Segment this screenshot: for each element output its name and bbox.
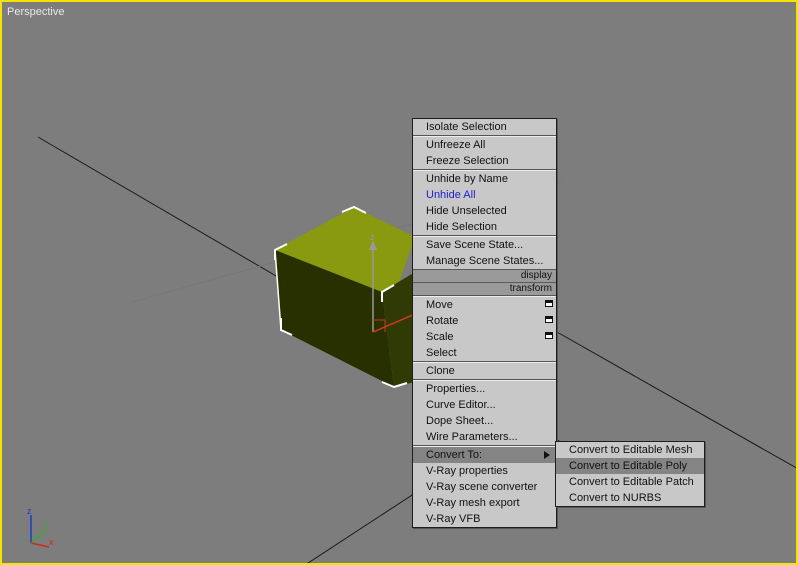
menu-item-dope-sheet[interactable]: Dope Sheet... [413, 413, 556, 429]
menu-item-wire-parameters[interactable]: Wire Parameters... [413, 429, 556, 445]
quad-header-transform: transform [413, 282, 556, 295]
menu-item-unfreeze-all[interactable]: Unfreeze All [413, 137, 556, 153]
axis-tripod-icon: z y x [27, 506, 54, 548]
menu-item-hide-selection[interactable]: Hide Selection [413, 219, 556, 235]
submenu-arrow-icon [544, 451, 550, 459]
move-options-icon[interactable] [545, 300, 553, 307]
selected-box[interactable] [274, 205, 415, 389]
menu-item-clone[interactable]: Clone [413, 363, 556, 379]
menu-item-select[interactable]: Select [413, 345, 556, 361]
menu-item-convert-to-label: Convert To: [426, 449, 483, 461]
menu-item-curve-editor[interactable]: Curve Editor... [413, 397, 556, 413]
menu-item-rotate-label: Rotate [426, 315, 459, 327]
menu-item-save-scene-state[interactable]: Save Scene State... [413, 237, 556, 253]
menu-item-hide-unselected[interactable]: Hide Unselected [413, 203, 556, 219]
submenu-item-editable-poly[interactable]: Convert to Editable Poly [556, 458, 704, 474]
axis-x-label: x [49, 537, 54, 547]
submenu-item-editable-mesh[interactable]: Convert to Editable Mesh [556, 442, 704, 458]
gizmo-z-label: z [370, 232, 375, 242]
submenu-item-editable-patch[interactable]: Convert to Editable Patch [556, 474, 704, 490]
menu-item-scale-label: Scale [426, 331, 454, 343]
menu-item-rotate[interactable]: Rotate [413, 313, 556, 329]
menu-item-convert-to[interactable]: Convert To: [413, 447, 556, 463]
menu-item-scale[interactable]: Scale [413, 329, 556, 345]
menu-item-manage-scene-states[interactable]: Manage Scene States... [413, 253, 556, 269]
axis-y-label: y [43, 519, 48, 529]
menu-item-move-label: Move [426, 299, 453, 311]
menu-item-isolate-selection[interactable]: Isolate Selection [413, 119, 556, 135]
menu-item-vray-mesh-export[interactable]: V-Ray mesh export [413, 495, 556, 511]
menu-item-vray-vfb[interactable]: V-Ray VFB [413, 511, 556, 527]
menu-item-unhide-by-name[interactable]: Unhide by Name [413, 171, 556, 187]
menu-item-move[interactable]: Move [413, 297, 556, 313]
menu-item-vray-scene-converter[interactable]: V-Ray scene converter [413, 479, 556, 495]
axis-z-label: z [27, 506, 32, 516]
rotate-options-icon[interactable] [545, 316, 553, 323]
scale-options-icon[interactable] [545, 332, 553, 339]
menu-item-properties[interactable]: Properties... [413, 381, 556, 397]
menu-item-freeze-selection[interactable]: Freeze Selection [413, 153, 556, 169]
viewport-label[interactable]: Perspective [7, 6, 64, 18]
quad-header-display: display [413, 269, 556, 282]
submenu-item-nurbs[interactable]: Convert to NURBS [556, 490, 704, 506]
menu-item-unhide-all[interactable]: Unhide All [413, 187, 556, 203]
convert-to-submenu: Convert to Editable Mesh Convert to Edit… [555, 441, 705, 507]
quad-context-menu: Isolate Selection Unfreeze All Freeze Se… [412, 118, 557, 528]
menu-item-vray-properties[interactable]: V-Ray properties [413, 463, 556, 479]
